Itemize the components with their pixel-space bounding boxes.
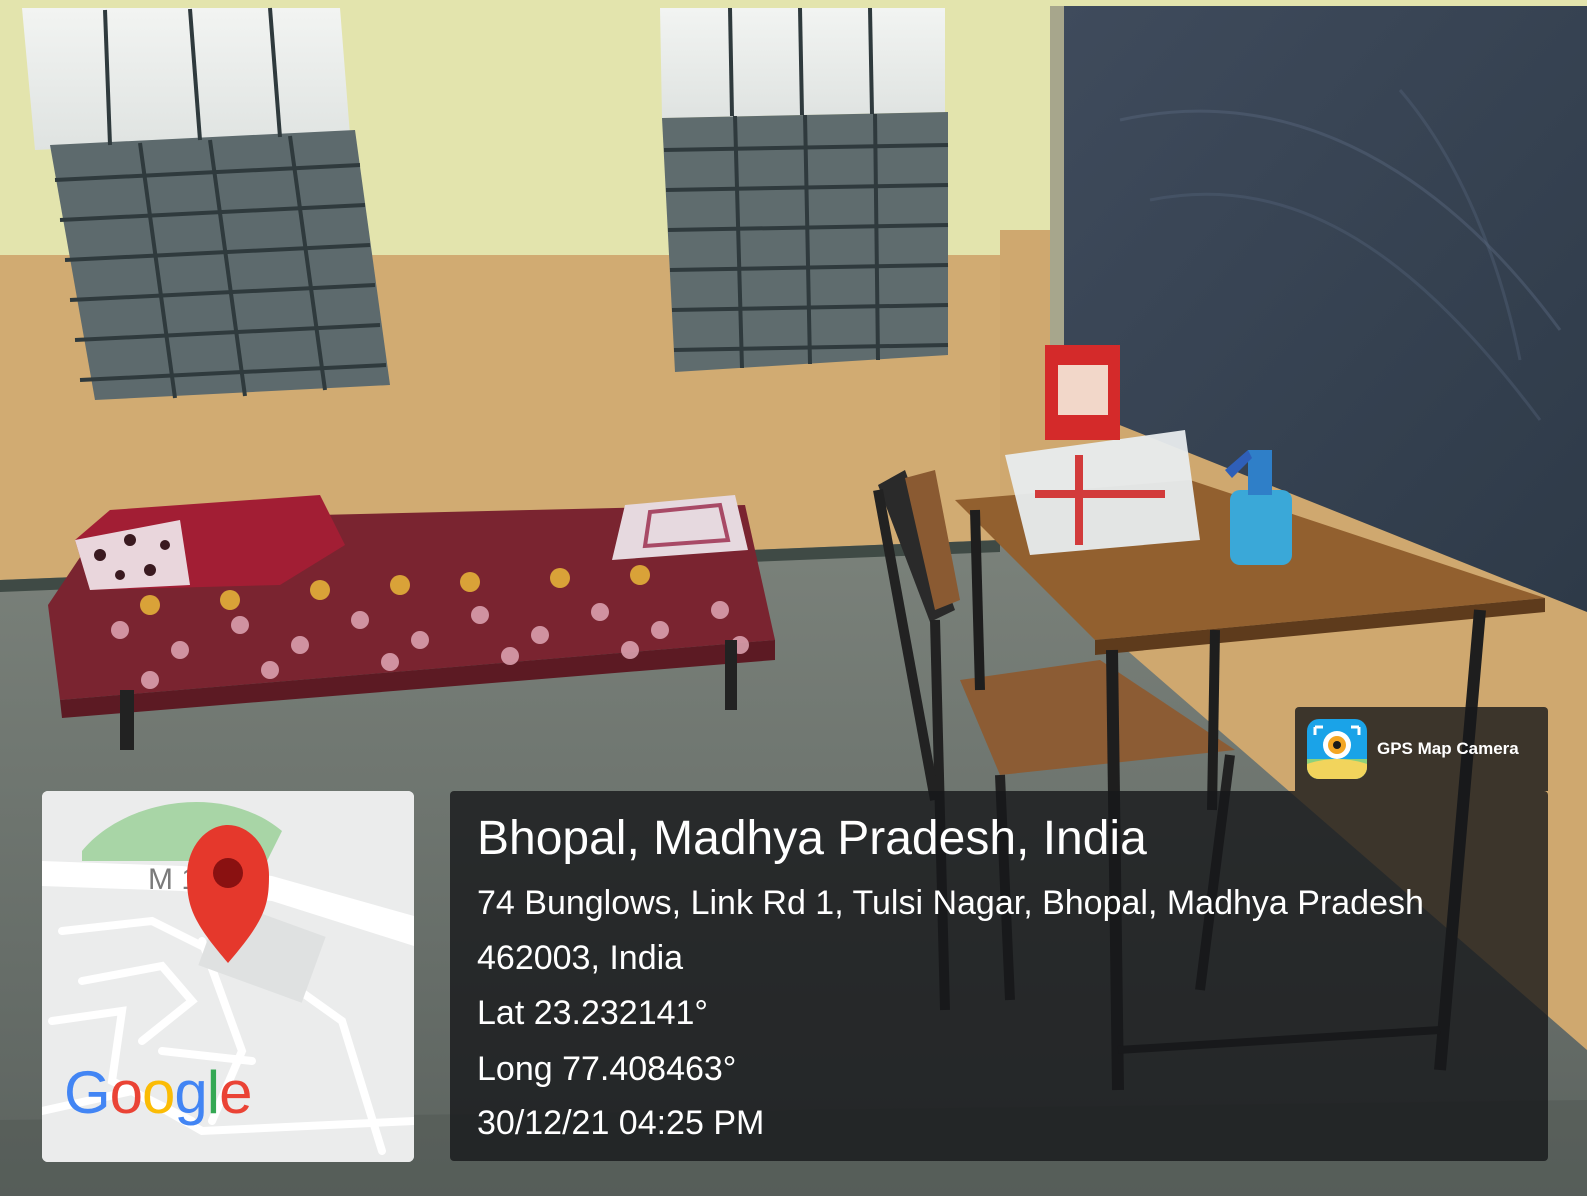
gps-camera-app-icon	[1307, 719, 1367, 779]
window-center	[660, 7, 949, 372]
location-title: Bhopal, Madhya Pradesh, India	[477, 812, 1147, 865]
photo-stage: M 1 Google GPS Map Camera Bhopal, Madhya…	[0, 0, 1587, 1196]
gps-map-camera-badge: GPS Map Camera	[1295, 707, 1548, 791]
address-line-2: 462003, India	[477, 939, 684, 977]
longitude-text: Long 77.408463°	[477, 1050, 737, 1088]
google-logo: Google	[64, 1059, 253, 1126]
latitude-text: Lat 23.232141°	[477, 994, 709, 1032]
address-line-1: 74 Bunglows, Link Rd 1, Tulsi Nagar, Bho…	[477, 884, 1424, 922]
timestamp-text: 30/12/21 04:25 PM	[477, 1104, 765, 1142]
window-left	[22, 7, 390, 400]
map-thumbnail[interactable]: M 1 Google	[42, 791, 414, 1162]
location-info-panel: Bhopal, Madhya Pradesh, India 74 Bunglow…	[450, 791, 1548, 1161]
gps-map-camera-label: GPS Map Camera	[1377, 739, 1519, 758]
